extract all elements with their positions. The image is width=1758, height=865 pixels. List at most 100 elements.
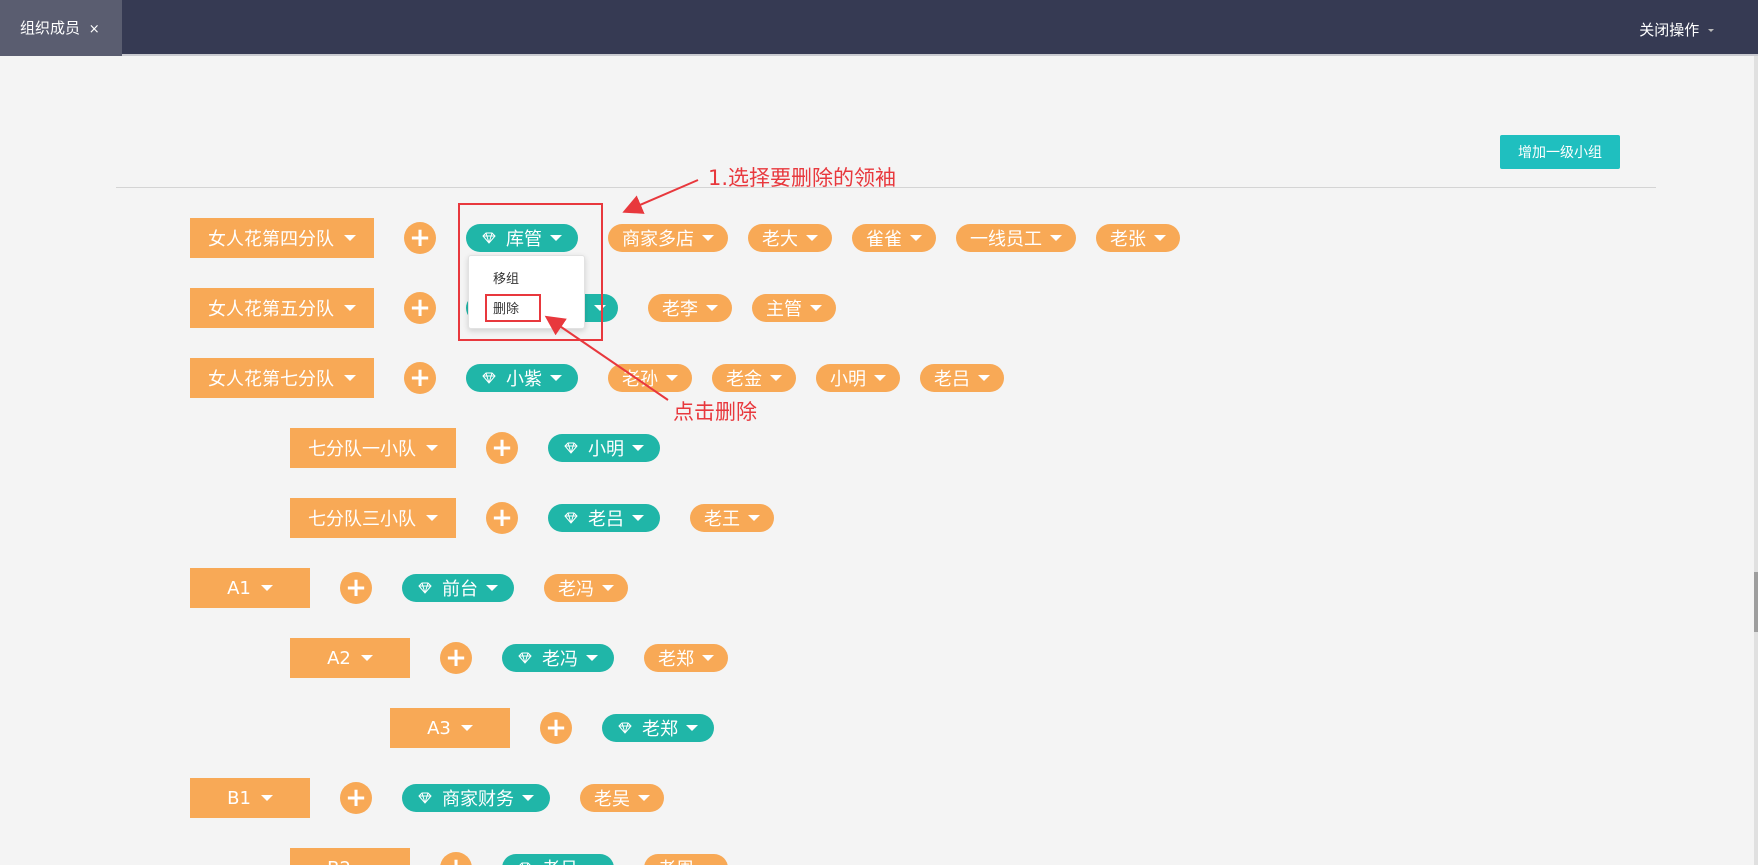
member-name: 老李 — [662, 299, 698, 320]
member-chip[interactable]: 老王 — [690, 504, 774, 532]
member-chip[interactable]: 老冯 — [544, 574, 628, 602]
add-member-plus-icon[interactable]: + — [540, 712, 572, 744]
leader-name: 老郑 — [642, 719, 678, 740]
caret-down-icon — [1050, 235, 1062, 241]
caret-down-icon — [810, 305, 822, 311]
group-dropdown[interactable]: A3 — [390, 708, 510, 748]
member-chip[interactable]: 老张 — [1096, 224, 1180, 252]
member-chip[interactable]: 老吕 — [920, 364, 1004, 392]
add-member-plus-icon[interactable]: + — [404, 222, 436, 254]
member-name: 老金 — [726, 369, 762, 390]
add-member-plus-icon[interactable]: + — [340, 782, 372, 814]
group-dropdown[interactable]: B2 — [290, 848, 410, 865]
member-chip[interactable]: 小明 — [816, 364, 900, 392]
add-member-plus-icon[interactable]: + — [486, 502, 518, 534]
caret-down-icon — [344, 305, 356, 311]
group-dropdown[interactable]: 女人花第七分队 — [190, 358, 374, 398]
group-dropdown[interactable]: A2 — [290, 638, 410, 678]
caret-down-icon — [522, 795, 534, 801]
leader-chip[interactable]: 老吕 — [502, 854, 614, 865]
leader-name: 小紫 — [506, 369, 542, 390]
leader-chip[interactable]: 老吕 — [548, 504, 660, 532]
member-chip[interactable]: 主管 — [752, 294, 836, 322]
add-member-plus-icon[interactable]: + — [340, 572, 372, 604]
member-name: 老吴 — [594, 789, 630, 810]
group-name: 女人花第四分队 — [208, 229, 334, 250]
caret-down-icon — [486, 585, 498, 591]
caret-down-icon — [666, 375, 678, 381]
group-dropdown[interactable]: 女人花第五分队 — [190, 288, 374, 328]
caret-down-icon — [748, 515, 760, 521]
member-chip[interactable]: 老金 — [712, 364, 796, 392]
member-name: 老冯 — [558, 579, 594, 600]
member-name: 一线员工 — [970, 229, 1042, 250]
member-chip[interactable]: 雀雀 — [852, 224, 936, 252]
leader-name: 老吕 — [542, 855, 578, 865]
diamond-icon — [518, 652, 532, 664]
member-chip[interactable]: 老孙 — [608, 364, 692, 392]
tab-org-members[interactable]: 组织成员 × — [0, 0, 122, 56]
member-chip[interactable]: 商家多店 — [608, 224, 728, 252]
caret-down-icon — [460, 725, 473, 731]
member-name: 老孙 — [622, 369, 658, 390]
caret-down-icon — [638, 795, 650, 801]
leader-chip[interactable]: 老郑 — [602, 714, 714, 742]
member-chip[interactable]: 老李 — [648, 294, 732, 322]
add-member-plus-icon[interactable]: + — [440, 852, 472, 865]
leader-chip[interactable]: 前台 — [402, 574, 514, 602]
member-chip[interactable]: 一线员工 — [956, 224, 1076, 252]
leader-chip[interactable]: 小紫 — [466, 364, 578, 392]
caret-down-icon — [686, 725, 698, 731]
add-top-level-group-button[interactable]: 增加一级小组 — [1500, 135, 1620, 169]
leader-chip[interactable]: 商家财务 — [402, 784, 550, 812]
group-dropdown[interactable]: 女人花第四分队 — [190, 218, 374, 258]
caret-down-icon — [586, 655, 598, 661]
group-dropdown[interactable]: 七分队一小队 — [290, 428, 456, 468]
group-row: 七分队一小队 + 小明 — [290, 428, 690, 468]
caret-down-icon — [550, 375, 562, 381]
caret-down-icon — [706, 305, 718, 311]
member-chip[interactable]: 老大 — [748, 224, 832, 252]
member-name: 商家多店 — [622, 229, 694, 250]
group-name: B1 — [227, 787, 251, 809]
tab-close-icon[interactable]: × — [89, 22, 100, 37]
annotation-step2: 点击删除 — [673, 400, 757, 424]
member-chip[interactable]: 老周 — [644, 854, 728, 865]
group-name: B2 — [327, 858, 351, 865]
caret-down-icon — [426, 445, 438, 451]
member-name: 小明 — [830, 369, 866, 390]
group-dropdown[interactable]: B1 — [190, 778, 310, 818]
add-member-plus-icon[interactable]: + — [404, 362, 436, 394]
group-row: A2 + 老冯 老郑 — [290, 638, 748, 678]
leader-name: 商家财务 — [442, 789, 514, 810]
caret-down-icon — [910, 235, 922, 241]
member-chip[interactable]: 老郑 — [644, 644, 728, 672]
member-name: 老郑 — [658, 649, 694, 670]
add-member-plus-icon[interactable]: + — [440, 642, 472, 674]
caret-down-icon — [632, 445, 644, 451]
leader-name: 老冯 — [542, 649, 578, 670]
member-chip[interactable]: 老吴 — [580, 784, 664, 812]
scrollbar-thumb[interactable] — [1754, 572, 1758, 632]
caret-down-icon — [978, 375, 990, 381]
caret-down-icon — [344, 235, 356, 241]
diamond-icon — [618, 722, 632, 734]
member-name: 老周 — [658, 855, 694, 865]
group-dropdown[interactable]: A1 — [190, 568, 310, 608]
group-name: 七分队三小队 — [308, 509, 416, 530]
caret-down-icon — [260, 795, 273, 801]
member-name: 雀雀 — [866, 229, 902, 250]
caret-down-icon — [360, 655, 373, 661]
add-member-plus-icon[interactable]: + — [486, 432, 518, 464]
leader-chip[interactable]: 小明 — [548, 434, 660, 462]
add-member-plus-icon[interactable]: + — [404, 292, 436, 324]
caret-down-icon — [702, 235, 714, 241]
group-dropdown[interactable]: 七分队三小队 — [290, 498, 456, 538]
leader-name: 小明 — [588, 439, 624, 460]
close-operations-menu[interactable]: 关闭操作 — [1639, 0, 1714, 56]
scrollbar[interactable] — [1754, 56, 1758, 865]
group-name: A2 — [327, 647, 351, 669]
group-name: 女人花第五分队 — [208, 299, 334, 320]
group-row: 女人花第四分队 + 库管 商家多店 老大 雀雀 一线员工 老张 — [190, 218, 1200, 258]
leader-chip[interactable]: 老冯 — [502, 644, 614, 672]
